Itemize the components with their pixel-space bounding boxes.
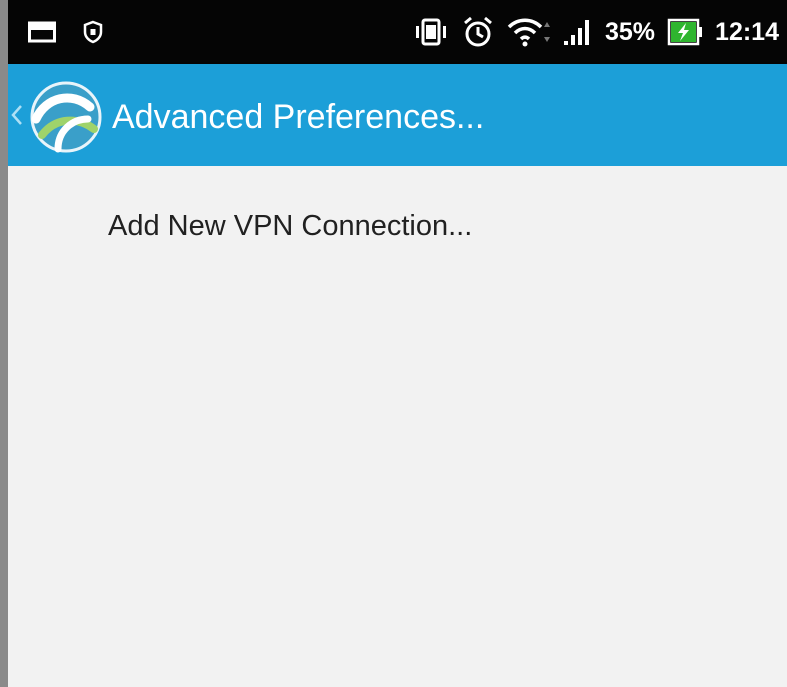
screen: 35% 12:14 Advanced Preferences... Add Ne… xyxy=(0,0,787,687)
alarm-icon xyxy=(461,15,495,49)
add-vpn-connection-item[interactable]: Add New VPN Connection... xyxy=(8,186,787,266)
battery-percent: 35% xyxy=(605,17,656,46)
battery-charging-icon xyxy=(667,17,703,47)
signal-icon xyxy=(563,17,593,47)
app-logo-icon[interactable] xyxy=(28,79,104,155)
vibrate-icon xyxy=(413,16,449,48)
notification-window-icon xyxy=(28,21,56,43)
shield-notification-icon xyxy=(82,20,104,44)
status-bar: 35% 12:14 xyxy=(0,0,787,64)
wifi-icon xyxy=(507,16,551,48)
page-title: Advanced Preferences... xyxy=(112,98,485,136)
status-time: 12:14 xyxy=(715,17,779,46)
menu-item-label: Add New VPN Connection... xyxy=(108,210,473,242)
preferences-list: Add New VPN Connection... xyxy=(8,166,787,687)
status-bar-left xyxy=(28,0,104,64)
status-bar-right: 35% 12:14 xyxy=(413,0,779,64)
action-bar: Advanced Preferences... xyxy=(0,64,787,166)
screen-edge xyxy=(0,0,8,687)
back-chevron-icon[interactable] xyxy=(10,104,24,131)
